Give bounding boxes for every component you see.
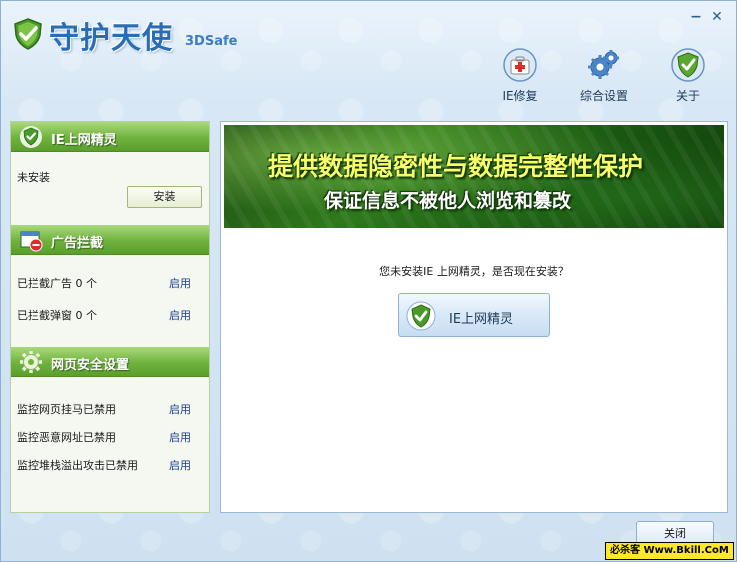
monitor-stack-overflow-status: 监控堆栈溢出攻击已禁用 xyxy=(17,459,138,472)
shield-check-icon xyxy=(671,48,705,82)
install-prompt: 您未安装IE 上网精灵，是否现在安装？ xyxy=(379,265,569,278)
banner-headline: 提供数据隐密性与数据完整性保护 xyxy=(268,152,644,181)
enable-stack-monitor-link[interactable]: 启用 xyxy=(169,457,191,473)
section-title: IE上网精灵 xyxy=(51,133,117,148)
app-title: 守护天使 xyxy=(49,21,173,56)
title-bar: 守护天使 3DSafe − ✕ IE修复 综合设置 关于 xyxy=(1,1,736,111)
toolbar-item-label: 关于 xyxy=(675,89,700,103)
section-header-ie-sprite: IE上网精灵 xyxy=(11,122,209,152)
section-title: 网页安全设置 xyxy=(51,358,130,373)
install-ie-sprite-button[interactable]: IE上网精灵 xyxy=(398,293,550,337)
shield-check-icon xyxy=(20,126,42,148)
first-aid-kit-icon xyxy=(503,48,537,82)
monitor-trojan-status: 监控网页挂马已禁用 xyxy=(17,403,116,416)
shield-check-icon xyxy=(406,301,436,331)
sidebar-panel: IE上网精灵 未安装 安装 广告拦截 已拦截广告 0 个 启用 已拦截弹窗 0 … xyxy=(10,121,210,513)
toolbar-item-label: 综合设置 xyxy=(579,89,628,103)
blocked-ads-count: 已拦截广告 0 个 xyxy=(17,277,97,290)
enable-popup-block-link[interactable]: 启用 xyxy=(169,307,191,323)
ie-sprite-status: 未安装 xyxy=(17,171,50,184)
section-header-ad-block: 广告拦截 xyxy=(11,225,209,255)
install-ie-sprite-label: IE上网精灵 xyxy=(449,312,514,327)
section-header-web-security: 网页安全设置 xyxy=(11,347,209,377)
ad-block-window-icon xyxy=(20,231,43,252)
section-title: 广告拦截 xyxy=(51,236,104,251)
gear-icon xyxy=(20,351,42,373)
shield-check-icon xyxy=(14,18,42,50)
app-window: 守护天使 3DSafe − ✕ IE修复 综合设置 关于 IE上网精灵 未安装 … xyxy=(0,0,737,562)
toolbar-settings-button[interactable]: 综合设置 xyxy=(569,47,639,104)
app-subtitle: 3DSafe xyxy=(185,34,238,49)
toolbar-ie-repair-button[interactable]: IE修复 xyxy=(485,47,555,104)
close-window-button[interactable]: ✕ xyxy=(709,9,725,25)
promo-banner: 提供数据隐密性与数据完整性保护 保证信息不被他人浏览和篡改 xyxy=(224,125,724,228)
site-watermark: 必杀客 Www.Bkill.CoM xyxy=(605,542,734,560)
banner-subline: 保证信息不被他人浏览和篡改 xyxy=(324,190,572,212)
monitor-malicious-url-status: 监控恶意网址已禁用 xyxy=(17,431,116,444)
install-button[interactable]: 安装 xyxy=(127,186,202,208)
main-panel: 提供数据隐密性与数据完整性保护 保证信息不被他人浏览和篡改 您未安装IE 上网精… xyxy=(220,121,728,513)
toolbar-about-button[interactable]: 关于 xyxy=(653,47,723,104)
blocked-popups-count: 已拦截弹窗 0 个 xyxy=(17,309,97,322)
gears-icon xyxy=(588,50,619,79)
toolbar-item-label: IE修复 xyxy=(502,89,538,103)
enable-url-monitor-link[interactable]: 启用 xyxy=(169,429,191,445)
minimize-button[interactable]: − xyxy=(688,9,704,25)
enable-trojan-monitor-link[interactable]: 启用 xyxy=(169,401,191,417)
enable-ad-block-link[interactable]: 启用 xyxy=(169,275,191,291)
